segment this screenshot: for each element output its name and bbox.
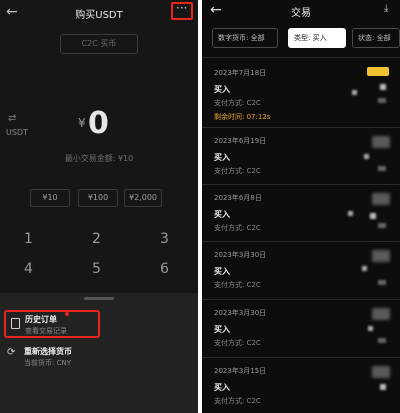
redacted-value [378, 98, 386, 103]
redacted-value [372, 136, 390, 148]
order-item[interactable]: 2023年3月30日 买入 支付方式: C2C [202, 250, 400, 310]
history-orders-title: 历史订单 [25, 315, 57, 324]
order-type: 买入 [214, 267, 230, 276]
preset-amount-10[interactable]: ¥10 [30, 189, 70, 207]
order-item[interactable]: 2023年3月30日 买入 支付方式: C2C [202, 308, 400, 368]
order-countdown: 剩余时间: 07:12s [214, 113, 271, 121]
download-icon[interactable]: ⤓ [384, 3, 388, 14]
order-date: 2023年3月30日 [214, 251, 267, 259]
preset-amount-2000[interactable]: ¥2,000 [124, 189, 162, 207]
swap-unit-icon[interactable]: ⇄ [8, 113, 16, 124]
status-badge [367, 67, 389, 76]
notification-dot [65, 312, 69, 316]
order-type: 买入 [214, 153, 230, 162]
unit-label: USDT [6, 128, 28, 137]
more-dots-icon: ··· [176, 1, 188, 15]
history-orders-subtitle: 查看交易记录 [25, 327, 67, 335]
order-item[interactable]: 2023年7月18日 买入 支付方式: C2C 剩余时间: 07:12s [202, 67, 400, 128]
keypad-key[interactable]: 6 [160, 261, 169, 277]
order-date: 2023年7月18日 [214, 69, 267, 77]
keypad-key[interactable]: 1 [24, 231, 33, 247]
bottom-sheet: 历史订单 查看交易记录 ⟳ 重新选择货币 当前货币: CNY [0, 293, 198, 413]
divider [202, 357, 400, 358]
redacted-value [352, 90, 357, 95]
keypad-key[interactable]: 3 [160, 231, 169, 247]
buy-header: ← 购买USDT ··· [0, 0, 198, 26]
order-payment-method: 支付方式: C2C [214, 99, 261, 107]
filter-status[interactable]: 状态: 全部 [352, 28, 400, 48]
c2c-buy-tab[interactable]: C2C 买币 [60, 34, 138, 54]
sheet-handle[interactable] [84, 297, 114, 300]
redacted-value [378, 280, 386, 285]
redacted-value [368, 326, 373, 331]
order-payment-method: 支付方式: C2C [214, 167, 261, 175]
redacted-value [372, 366, 390, 378]
currency-sign: ¥ [78, 116, 86, 130]
redacted-value [380, 384, 386, 390]
history-orders-item[interactable]: 历史订单 查看交易记录 [4, 310, 100, 338]
divider [202, 184, 400, 185]
order-payment-method: 支付方式: C2C [214, 281, 261, 289]
currency-switch-icon: ⟳ [7, 347, 16, 358]
more-menu-button[interactable]: ··· [171, 1, 193, 20]
filter-type[interactable]: 类型: 买入 [288, 28, 346, 48]
current-currency-label: 当前货币: CNY [24, 359, 71, 367]
reselect-currency-item[interactable]: 重新选择货币 [24, 346, 72, 357]
order-date: 2023年6月8日 [214, 194, 262, 202]
keypad-key[interactable]: 2 [92, 231, 101, 247]
redacted-value [378, 338, 386, 343]
redacted-value [348, 211, 353, 216]
keypad-key[interactable]: 4 [24, 261, 33, 277]
order-type: 买入 [214, 210, 230, 219]
order-date: 2023年6月19日 [214, 137, 267, 145]
keypad-key[interactable]: 5 [92, 261, 101, 277]
redacted-value [372, 308, 390, 320]
order-date: 2023年3月30日 [214, 309, 267, 317]
order-payment-method: 支付方式: C2C [214, 339, 261, 347]
order-payment-method: 支付方式: C2C [214, 224, 261, 232]
redacted-value [372, 193, 390, 205]
divider [202, 127, 400, 128]
redacted-value [370, 213, 376, 219]
page-title: 交易 [291, 8, 311, 19]
order-type: 买入 [214, 383, 230, 392]
divider [202, 299, 400, 300]
buy-usdt-screen: ← 购买USDT ··· C2C 买币 ⇄ USDT ¥ 0 最小交易金额: ¥… [0, 0, 198, 413]
order-item[interactable]: 2023年6月19日 买入 支付方式: C2C [202, 136, 400, 196]
order-payment-method: 支付方式: C2C [214, 397, 261, 405]
page-title: 购买USDT [75, 10, 123, 21]
filter-crypto[interactable]: 数字货币: 全部 [212, 28, 278, 48]
order-type: 买入 [214, 85, 230, 94]
divider [202, 241, 400, 242]
order-type: 买入 [214, 325, 230, 334]
document-icon [11, 318, 20, 329]
transactions-header: ← 交易 ⤓ [202, 0, 400, 22]
order-date: 2023年3月15日 [214, 367, 267, 375]
min-trade-note: 最小交易金额: ¥10 [64, 154, 134, 163]
redacted-value [362, 266, 367, 271]
divider [202, 57, 400, 58]
redacted-value [380, 84, 386, 90]
redacted-value [364, 154, 369, 159]
redacted-value [378, 223, 386, 228]
redacted-value [378, 166, 386, 171]
order-item[interactable]: 2023年3月15日 买入 支付方式: C2C [202, 366, 400, 413]
redacted-value [372, 250, 390, 262]
preset-amount-100[interactable]: ¥100 [78, 189, 118, 207]
amount-display: 0 [88, 106, 109, 141]
transactions-screen: ← 交易 ⤓ 数字货币: 全部 类型: 买入 状态: 全部 2023年7月18日… [202, 0, 400, 413]
order-item[interactable]: 2023年6月8日 买入 支付方式: C2C [202, 193, 400, 253]
